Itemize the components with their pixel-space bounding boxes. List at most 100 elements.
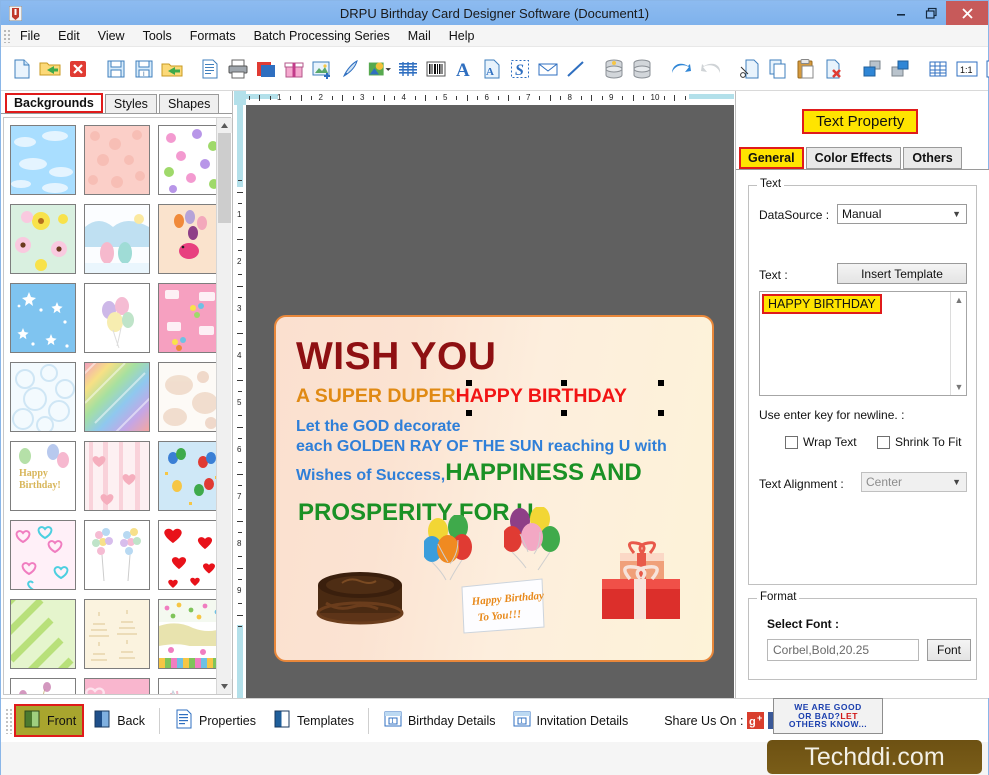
font-value-field[interactable]: Corbel,Bold,20.25	[767, 639, 919, 661]
redo-icon[interactable]	[698, 54, 724, 84]
background-thumbnail-sky-clouds[interactable]	[10, 125, 76, 195]
google-plus-icon[interactable]: g +	[747, 712, 765, 729]
shrink-to-fit-checkbox[interactable]: Shrink To Fit	[877, 435, 961, 449]
line-icon[interactable]	[564, 54, 588, 84]
font-button[interactable]: Font	[927, 639, 971, 661]
wrap-text-checkbox[interactable]: Wrap Text	[785, 435, 857, 449]
background-thumbnail-yellow-daisies[interactable]	[10, 204, 76, 274]
properties-button[interactable]: Properties	[166, 704, 264, 737]
background-thumbnail-green-diagonal-stripes[interactable]	[10, 599, 76, 669]
minimize-button[interactable]	[886, 1, 916, 25]
selection-handle-top-center[interactable]	[561, 380, 567, 386]
database-icon[interactable]	[630, 54, 654, 84]
menu-item-edit[interactable]: Edit	[49, 27, 89, 45]
watermark-icon[interactable]	[396, 54, 420, 84]
send-to-back-icon[interactable]	[888, 54, 912, 84]
fit-to-window-icon[interactable]	[984, 54, 989, 84]
scroll-up-arrow-icon[interactable]	[217, 118, 232, 133]
pen-icon[interactable]	[338, 54, 362, 84]
background-thumbnail-pink-party-cakes[interactable]	[158, 283, 224, 353]
new-document-icon[interactable]	[10, 54, 34, 84]
open-recent-icon[interactable]	[160, 54, 184, 84]
wrap-text-checkbox-box[interactable]	[785, 435, 798, 449]
background-thumbnail-cyan-pink-hearts[interactable]	[10, 520, 76, 590]
background-thumbnail-garden-flowers-border[interactable]	[158, 599, 224, 669]
selection-handle-top-right[interactable]	[658, 380, 664, 386]
signature-icon[interactable]: S	[508, 54, 532, 84]
shape-picture-icon[interactable]	[366, 54, 392, 84]
scroll-down-arrow-icon[interactable]	[217, 679, 232, 694]
canvas-background[interactable]: WISH YOU A SUPER DUPERHAPPY BIRTHDAY Let…	[246, 105, 734, 698]
undo-icon[interactable]	[668, 54, 694, 84]
shrink-to-fit-checkbox-box[interactable]	[877, 435, 890, 449]
save-as-icon[interactable]: I	[132, 54, 156, 84]
background-thumbnail-red-hearts-white[interactable]	[158, 520, 224, 590]
background-thumbnail-list[interactable]: Happy Birthday!	[3, 117, 231, 695]
front-button[interactable]: Front	[14, 704, 85, 737]
card-text-wish-you[interactable]: WISH YOU	[296, 335, 496, 379]
background-thumbnail-pink-heart-swirls[interactable]	[84, 678, 150, 694]
background-thumbnail-winter-bears[interactable]	[84, 204, 150, 274]
copy-icon[interactable]	[766, 54, 790, 84]
close-button[interactable]	[946, 1, 988, 25]
menu-item-tools[interactable]: Tools	[134, 27, 181, 45]
text-alignment-select[interactable]: Center ▼	[861, 472, 967, 492]
menu-item-file[interactable]: File	[11, 27, 49, 45]
background-thumbnail-balloon-bouquets[interactable]	[84, 520, 150, 590]
background-thumbnail-happy-birthday-balloons[interactable]: Happy Birthday!	[10, 441, 76, 511]
background-thumbnail-pink-blossom-sprigs[interactable]	[10, 678, 76, 694]
background-list-scrollbar[interactable]	[216, 118, 232, 694]
card-text-line3c[interactable]: Wishes of Success,	[296, 467, 445, 484]
card-text-message[interactable]: Let the GOD decorate each GOLDEN RAY OF …	[296, 417, 667, 488]
actual-size-icon[interactable]: 1:1	[954, 54, 980, 84]
birthday-card-design[interactable]: WISH YOU A SUPER DUPERHAPPY BIRTHDAY Let…	[274, 315, 714, 662]
background-thumbnail-soft-beige-floral[interactable]	[158, 362, 224, 432]
tab-shapes[interactable]: Shapes	[158, 94, 220, 113]
background-thumbnail-pastel-balloons-white[interactable]	[84, 283, 150, 353]
menu-item-view[interactable]: View	[89, 27, 134, 45]
background-thumbnail-blue-sky-balloons[interactable]	[158, 441, 224, 511]
scrollbar-thumb[interactable]	[218, 133, 231, 223]
background-thumbnail-party-hats-white[interactable]	[158, 678, 224, 694]
database-key-icon[interactable]	[602, 54, 626, 84]
menu-item-formats[interactable]: Formats	[181, 27, 245, 45]
selection-handle-bottom-left[interactable]	[466, 410, 472, 416]
birthday-details-button[interactable]: I Birthday Details	[375, 704, 504, 737]
cut-icon[interactable]	[738, 54, 762, 84]
text-box-icon[interactable]: A	[480, 54, 504, 84]
back-button[interactable]: Back	[84, 704, 153, 737]
background-thumbnail-pink-hearts-texture[interactable]	[84, 125, 150, 195]
textarea-scroll-down-icon[interactable]: ▼	[951, 379, 967, 395]
selection-handle-bottom-center[interactable]	[561, 410, 567, 416]
card-text-happiness-and[interactable]: HAPPINESS AND	[445, 459, 641, 486]
paste-icon[interactable]	[794, 54, 818, 84]
menu-item-help[interactable]: Help	[440, 27, 484, 45]
design-canvas-area[interactable]: 1 2 3 4 5 6 7 8 9 10 1 2 3 4 5 6 7 8 9 WISH YOU A SUPER D…	[234, 91, 734, 698]
background-thumbnail-pink-hearts-stripes[interactable]	[84, 441, 150, 511]
tab-others[interactable]: Others	[903, 147, 962, 169]
background-thumbnail-pastel-flowers[interactable]	[158, 125, 224, 195]
grid-icon[interactable]	[926, 54, 950, 84]
background-thumbnail-blue-bubbles[interactable]	[10, 362, 76, 432]
print-preview-icon[interactable]	[198, 54, 222, 84]
background-thumbnail-balloons-bird-peach[interactable]	[158, 204, 224, 274]
selection-handle-bottom-right[interactable]	[658, 410, 664, 416]
save-icon[interactable]	[104, 54, 128, 84]
print-icon[interactable]	[226, 54, 250, 84]
background-thumbnail-rainbow-stripes[interactable]	[84, 362, 150, 432]
card-cake-image[interactable]	[312, 555, 408, 625]
textarea-scrollbar[interactable]: ▲ ▼	[950, 292, 966, 395]
card-text-super-duper[interactable]: A SUPER DUPER	[296, 385, 456, 407]
card-text-line3b[interactable]: each GOLDEN RAY OF THE SUN reaching U wi…	[296, 437, 667, 457]
textarea-scroll-up-icon[interactable]: ▲	[951, 292, 967, 308]
background-thumbnail-blue-stars[interactable]	[10, 283, 76, 353]
card-color-icon[interactable]	[254, 54, 278, 84]
templates-button[interactable]: Templates	[264, 704, 362, 737]
barcode-icon[interactable]	[424, 54, 448, 84]
tab-styles[interactable]: Styles	[104, 94, 157, 113]
tab-color-effects[interactable]: Color Effects	[805, 147, 902, 169]
card-text-line2[interactable]: A SUPER DUPERHAPPY BIRTHDAY	[296, 385, 627, 408]
selection-handle-top-left[interactable]	[466, 380, 472, 386]
tab-backgrounds[interactable]: Backgrounds	[5, 93, 103, 113]
menu-item-batch-processing-series[interactable]: Batch Processing Series	[245, 27, 399, 45]
